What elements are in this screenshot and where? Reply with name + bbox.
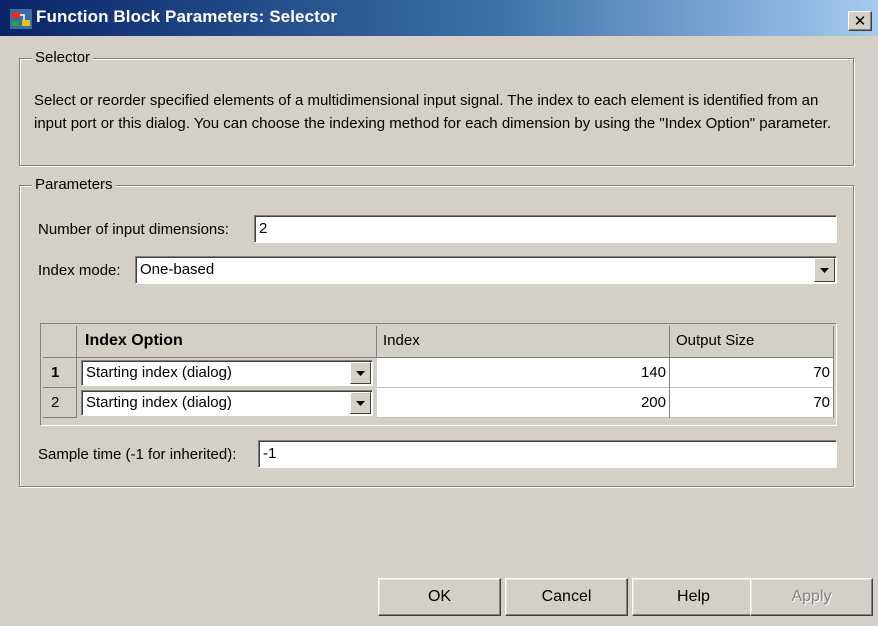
index-option-select[interactable]: Starting index (dialog) (81, 360, 373, 386)
sample-time-input[interactable]: -1 (258, 440, 837, 468)
table-row-number[interactable]: 1 (43, 358, 77, 388)
output-size-cell[interactable]: 70 (670, 358, 834, 388)
column-header-index[interactable]: Index (377, 326, 670, 358)
table-row-number[interactable]: 2 (43, 388, 77, 418)
index-table: Index Option Index Output Size 1 Startin… (40, 323, 837, 426)
table-corner-header (43, 326, 77, 358)
index-mode-select[interactable]: One-based (135, 256, 837, 284)
close-button[interactable]: ✕ (848, 11, 872, 31)
num-dims-label: Number of input dimensions: (38, 221, 229, 238)
window-title: Function Block Parameters: Selector (36, 7, 338, 26)
num-dims-input[interactable]: 2 (254, 215, 837, 243)
selector-groupbox: Selector Select or reorder specified ele… (19, 48, 854, 166)
dialog-window: Function Block Parameters: Selector ✕ Se… (0, 0, 878, 626)
selector-legend: Selector (32, 48, 94, 68)
sample-time-label: Sample time (-1 for inherited): (38, 446, 237, 463)
block-description: Select or reorder specified elements of … (34, 92, 831, 132)
help-button[interactable]: Help (632, 578, 755, 616)
title-bar[interactable]: Function Block Parameters: Selector ✕ (0, 0, 878, 36)
column-header-index-option[interactable]: Index Option (77, 326, 377, 358)
ok-button[interactable]: OK (378, 578, 501, 616)
apply-button[interactable]: Apply (750, 578, 873, 616)
close-icon: ✕ (853, 12, 867, 30)
simulink-block-icon (10, 9, 32, 29)
index-mode-value: One-based (140, 261, 215, 278)
parameters-groupbox: Parameters Number of input dimensions: 2… (19, 175, 854, 487)
index-option-select[interactable]: Starting index (dialog) (81, 390, 373, 416)
index-cell[interactable]: 200 (377, 388, 670, 418)
chevron-down-icon[interactable] (814, 258, 835, 282)
index-option-value: Starting index (dialog) (86, 394, 232, 411)
parameters-legend: Parameters (32, 175, 116, 195)
index-option-value: Starting index (dialog) (86, 364, 232, 381)
index-mode-label: Index mode: (38, 262, 121, 279)
output-size-cell[interactable]: 70 (670, 388, 834, 418)
chevron-down-icon[interactable] (350, 392, 371, 414)
cancel-button[interactable]: Cancel (505, 578, 628, 616)
index-cell[interactable]: 140 (377, 358, 670, 388)
chevron-down-icon[interactable] (350, 362, 371, 384)
column-header-output-size[interactable]: Output Size (670, 326, 834, 358)
